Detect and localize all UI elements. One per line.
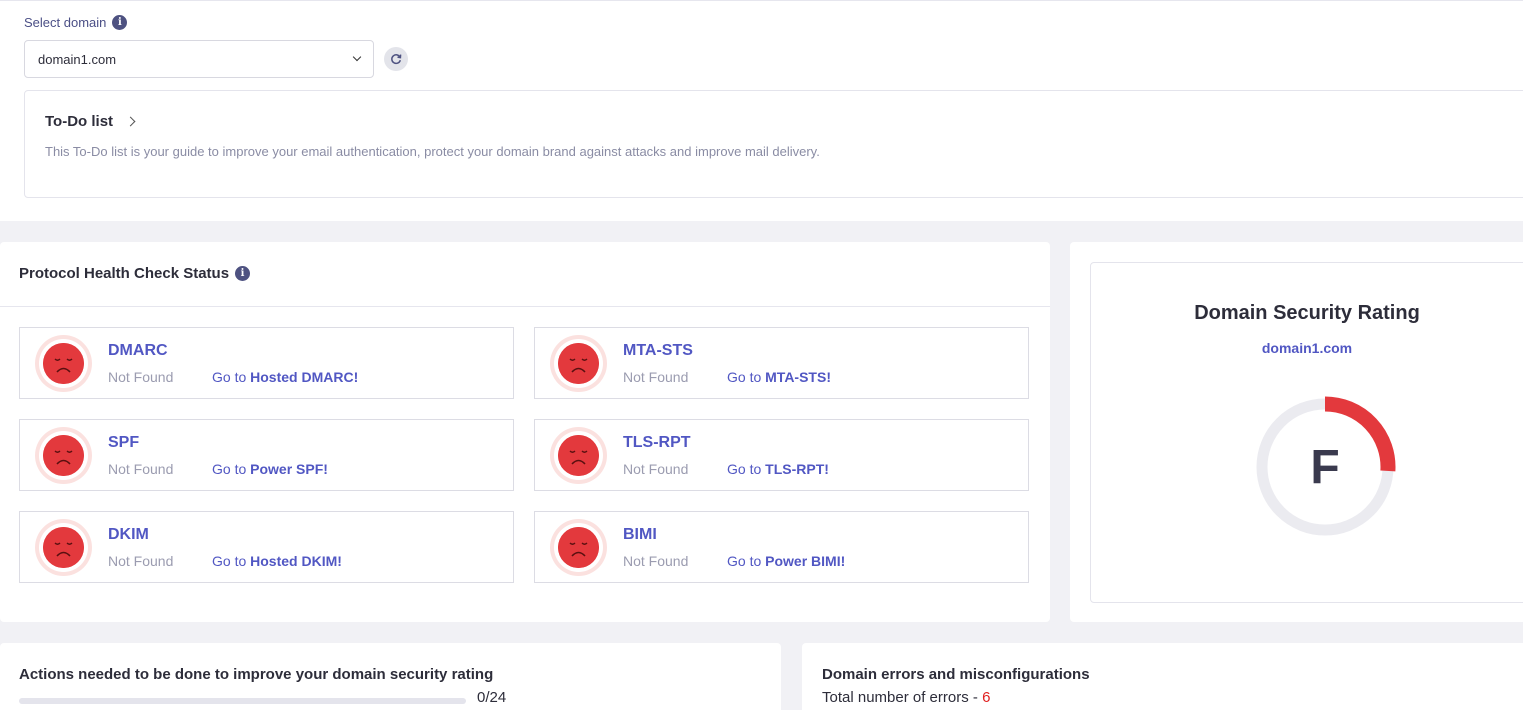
sad-face [558, 343, 599, 384]
protocol-link-prefix: Go to [212, 461, 247, 477]
errors-title: Domain errors and misconfigurations [822, 666, 1090, 683]
errors-count-value: 6 [982, 689, 991, 706]
actions-progress-bar [19, 698, 466, 704]
protocol-link-prefix: Go to [212, 369, 247, 385]
health-title-text: Protocol Health Check Status [19, 265, 230, 282]
todo-card: To-Do list This To-Do list is your guide… [24, 90, 1523, 198]
todo-description: This To-Do list is your guide to improve… [45, 144, 820, 159]
actions-panel: Actions needed to be done to improve you… [0, 643, 781, 710]
protocol-link[interactable]: Go to TLS-RPT! [727, 461, 829, 477]
protocol-link[interactable]: Go to Power SPF! [212, 461, 328, 477]
sad-face [43, 527, 84, 568]
chevron-right-icon[interactable] [125, 116, 136, 127]
protocol-status: Not Found [108, 369, 174, 385]
rating-title: Domain Security Rating [1194, 302, 1420, 324]
errors-panel: Domain errors and misconfigurations Tota… [802, 643, 1523, 710]
protocol-link-prefix: Go to [727, 553, 762, 569]
health-title: Protocol Health Check Status i [19, 265, 251, 282]
protocol-name: MTA-STS [623, 342, 693, 359]
sad-face-icon [35, 519, 92, 576]
protocol-card-tls-rpt: TLS-RPT Not Found Go to TLS-RPT! [534, 419, 1029, 491]
sad-face-icon [550, 427, 607, 484]
divider [0, 306, 1050, 307]
protocol-link-target[interactable]: Power BIMI! [765, 553, 845, 569]
refresh-icon [391, 54, 402, 65]
select-domain-text: Select domain [24, 15, 107, 30]
protocol-card-mta-sts: MTA-STS Not Found Go to MTA-STS! [534, 327, 1029, 399]
protocol-status: Not Found [623, 369, 689, 385]
protocol-card-spf: SPF Not Found Go to Power SPF! [19, 419, 514, 491]
sad-face [558, 435, 599, 476]
protocol-link-target[interactable]: TLS-RPT! [765, 461, 829, 477]
todo-title-text: To-Do list [45, 113, 114, 130]
protocol-status: Not Found [623, 461, 689, 477]
errors-count-label: Total number of errors - [822, 689, 978, 706]
protocol-name: TLS-RPT [623, 434, 691, 451]
sad-face [558, 527, 599, 568]
domain-select-value: domain1.com [38, 51, 117, 67]
security-rating-panel: Domain Security Rating domain1.com F [1070, 242, 1523, 622]
sad-face [43, 435, 84, 476]
sad-face-icon [550, 335, 607, 392]
actions-title: Actions needed to be done to improve you… [19, 666, 494, 683]
protocol-link-prefix: Go to [727, 461, 762, 477]
protocol-link-target[interactable]: Hosted DKIM! [250, 553, 342, 569]
protocol-link[interactable]: Go to MTA-STS! [727, 369, 831, 385]
select-domain-label: Select domain i [24, 15, 128, 30]
protocol-name: DMARC [108, 342, 168, 359]
protocol-link-prefix: Go to [212, 553, 247, 569]
todo-title[interactable]: To-Do list [45, 113, 136, 130]
domain-panel: Select domain i domain1.com To-Do list T… [0, 0, 1523, 221]
protocol-name: DKIM [108, 526, 149, 543]
protocol-link-prefix: Go to [727, 369, 762, 385]
protocol-card-dmarc: DMARC Not Found Go to Hosted DMARC! [19, 327, 514, 399]
protocol-link[interactable]: Go to Hosted DMARC! [212, 369, 358, 385]
protocol-name: SPF [108, 434, 140, 451]
protocol-link-target[interactable]: MTA-STS! [765, 369, 831, 385]
protocol-link[interactable]: Go to Hosted DKIM! [212, 553, 342, 569]
sad-face-icon [35, 335, 92, 392]
info-icon[interactable]: i [112, 15, 128, 30]
sad-face [43, 343, 84, 384]
chevron-down-icon [352, 52, 362, 62]
protocol-name: BIMI [623, 526, 657, 543]
protocol-card-dkim: DKIM Not Found Go to Hosted DKIM! [19, 511, 514, 583]
protocol-status: Not Found [108, 461, 174, 477]
protocol-link[interactable]: Go to Power BIMI! [727, 553, 845, 569]
sad-face-icon [35, 427, 92, 484]
info-icon[interactable]: i [235, 266, 251, 281]
protocol-card-bimi: BIMI Not Found Go to Power BIMI! [534, 511, 1029, 583]
refresh-button[interactable] [384, 47, 408, 71]
protocol-link-target[interactable]: Hosted DMARC! [250, 369, 358, 385]
sad-face-icon [550, 519, 607, 576]
protocol-status: Not Found [623, 553, 689, 569]
domain-select[interactable]: domain1.com [24, 40, 374, 78]
protocol-status: Not Found [108, 553, 174, 569]
protocol-health-panel: Protocol Health Check Status i DMARC Not … [0, 242, 1050, 622]
errors-count: Total number of errors - 6 [822, 689, 990, 706]
rating-domain: domain1.com [1261, 340, 1353, 356]
actions-progress-text: 0/24 [477, 689, 507, 706]
rating-grade: F [1310, 440, 1340, 494]
protocol-link-target[interactable]: Power SPF! [250, 461, 328, 477]
